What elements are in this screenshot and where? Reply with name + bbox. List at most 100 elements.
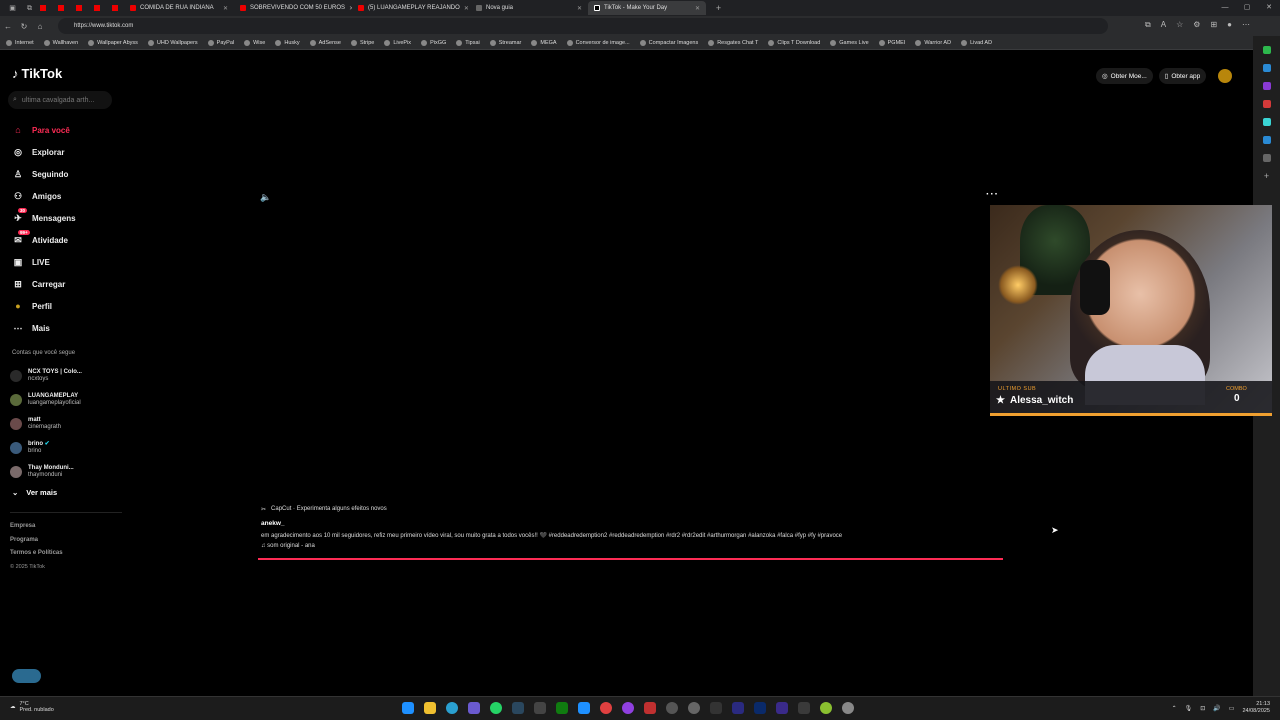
- settings-icon[interactable]: [842, 702, 854, 714]
- back-icon[interactable]: ←: [0, 22, 16, 31]
- app-icon[interactable]: [600, 702, 612, 714]
- browser-tab[interactable]: (5) LUANGAMEPLAY REAJANDO ✕: [352, 1, 470, 15]
- collections-icon[interactable]: ⊞: [1210, 20, 1217, 30]
- bookmark-item[interactable]: Conversor de image...: [566, 39, 630, 46]
- pinned-tab[interactable]: [70, 1, 88, 15]
- read-aloud-icon[interactable]: A: [1161, 20, 1166, 30]
- chevron-up-icon[interactable]: ⌃: [1172, 705, 1177, 712]
- following-item[interactable]: matt cinemagrath: [10, 412, 120, 436]
- browser-tab[interactable]: COMIDA DE RUA INDIANA ✕: [124, 1, 234, 15]
- sidebar-item-explorar[interactable]: ◎ Explorar: [12, 141, 122, 163]
- mic-icon[interactable]: 🎙: [1185, 705, 1193, 712]
- video-more-options-icon[interactable]: ···: [986, 189, 999, 200]
- bookmark-item[interactable]: Wise: [244, 39, 265, 46]
- close-window-icon[interactable]: ✕: [1258, 0, 1280, 16]
- start-icon[interactable]: [402, 702, 414, 714]
- app-icon[interactable]: [1262, 136, 1271, 144]
- video-author[interactable]: anekw_: [261, 520, 285, 527]
- bookmark-item[interactable]: MEGA: [531, 39, 557, 46]
- bookmark-item[interactable]: PGMEI: [878, 39, 905, 46]
- bookmark-item[interactable]: LivePix: [384, 39, 411, 46]
- bookmark-item[interactable]: Tipsai: [456, 39, 480, 46]
- following-item[interactable]: NCX TOYS | Colo... ncxtoys: [10, 364, 120, 388]
- sidebar-item-seguindo[interactable]: ♙ Seguindo: [12, 163, 122, 185]
- video-progress-bar[interactable]: [258, 558, 1003, 560]
- app-icon[interactable]: [622, 702, 634, 714]
- bookmark-item[interactable]: Resgates Chat T: [708, 39, 758, 46]
- app-icon[interactable]: [1262, 64, 1271, 72]
- app-icon[interactable]: [798, 702, 810, 714]
- add-icon[interactable]: +: [1263, 172, 1271, 181]
- bookmark-item[interactable]: UHD Wallpapers: [147, 39, 198, 46]
- following-item[interactable]: brino ✔ brino: [10, 436, 120, 460]
- bookmark-item[interactable]: Stripe: [350, 39, 374, 46]
- app-icon[interactable]: [1262, 100, 1271, 108]
- favorite-star-icon[interactable]: ☆: [1176, 20, 1183, 30]
- bookmark-item[interactable]: Clips T Download: [768, 39, 820, 46]
- app-icon[interactable]: [820, 702, 832, 714]
- get-coins-button[interactable]: ◎ Obter Moe...: [1096, 68, 1153, 84]
- extensions-icon[interactable]: ⚙: [1193, 20, 1200, 30]
- minimize-icon[interactable]: —: [1214, 0, 1236, 16]
- app-icon[interactable]: [578, 702, 590, 714]
- clock[interactable]: 21:13 24/08/2025: [1242, 701, 1270, 715]
- profile-avatar-icon[interactable]: ●: [1227, 20, 1232, 30]
- sidebar-item-mais[interactable]: ⋯ Mais: [12, 317, 122, 339]
- speaker-icon[interactable]: 🔊: [1213, 705, 1220, 712]
- app-icon[interactable]: [1262, 82, 1271, 90]
- sidebar-item-perfil[interactable]: ● Perfil: [12, 295, 122, 317]
- sidebar-item-carregar[interactable]: ⊞ Carregar: [12, 273, 122, 295]
- premiere-icon[interactable]: [732, 702, 744, 714]
- weather-widget[interactable]: ☁ 7°C Pred. nublado: [10, 701, 54, 713]
- sidebar-item-atividade[interactable]: ✉ 99+ Atividade: [12, 229, 122, 251]
- menu-dots-icon[interactable]: ⋯: [1242, 20, 1250, 30]
- tiktok-logo[interactable]: ♪ TikTok: [12, 66, 62, 81]
- bookmark-item[interactable]: Wallhaven: [43, 39, 78, 46]
- bookmark-item[interactable]: Livad AD: [961, 39, 992, 46]
- pinned-tab[interactable]: [52, 1, 70, 15]
- bookmark-item[interactable]: AdSense: [309, 39, 341, 46]
- workspaces-icon[interactable]: ⧉: [25, 4, 34, 13]
- pinned-tab[interactable]: [34, 1, 52, 15]
- new-tab-button[interactable]: +: [714, 3, 723, 13]
- url-field[interactable]: https://www.tiktok.com: [58, 18, 1108, 34]
- split-view-icon[interactable]: ⧉: [1145, 20, 1151, 30]
- tab-actions-icon[interactable]: ▣: [8, 4, 17, 13]
- search-input[interactable]: ⌕ ultima cavalgada arth...: [8, 91, 112, 109]
- network-icon[interactable]: ⊡: [1200, 705, 1205, 712]
- bookmark-item[interactable]: Husky: [275, 39, 300, 46]
- reload-icon[interactable]: ↻: [16, 22, 32, 31]
- sidebar-item-mensagens[interactable]: ✈ 30 Mensagens: [12, 207, 122, 229]
- pinned-tab[interactable]: [106, 1, 124, 15]
- assistant-widget[interactable]: [12, 669, 41, 683]
- footer-link-programa[interactable]: Programa: [10, 534, 63, 548]
- footer-link-termos[interactable]: Termos e Políticas: [10, 547, 63, 561]
- app-icon[interactable]: [710, 702, 722, 714]
- bookmark-item[interactable]: Streamar: [489, 39, 521, 46]
- get-app-button[interactable]: ▯ Obter app: [1158, 68, 1207, 84]
- user-avatar[interactable]: [1218, 69, 1233, 83]
- app-icon[interactable]: [1262, 154, 1271, 162]
- sidebar-item-para-voce[interactable]: ⌂ Para você: [12, 119, 122, 141]
- app-icon[interactable]: [1262, 118, 1271, 126]
- whatsapp-icon[interactable]: [490, 702, 502, 714]
- xbox-icon[interactable]: [556, 702, 568, 714]
- sidebar-item-amigos[interactable]: ⚇ Amigos: [12, 185, 122, 207]
- close-icon[interactable]: ✕: [577, 5, 582, 12]
- home-browser-icon[interactable]: ⌂: [32, 22, 48, 31]
- bookmark-item[interactable]: Wallpaper Abyss: [88, 39, 138, 46]
- volume-icon[interactable]: 🔈: [260, 192, 271, 203]
- bookmark-item[interactable]: Internet: [6, 39, 34, 46]
- bookmark-item[interactable]: PayPal: [207, 39, 234, 46]
- see-more-button[interactable]: ⌄ Ver mais: [12, 488, 57, 497]
- pinned-tab[interactable]: [88, 1, 106, 15]
- following-item[interactable]: LUANGAMEPLAY luangameplayoficial: [10, 388, 120, 412]
- bookmark-item[interactable]: PixGG: [421, 39, 446, 46]
- file-explorer-icon[interactable]: [424, 702, 436, 714]
- app-icon[interactable]: [688, 702, 700, 714]
- bookmark-item[interactable]: Warrior AD: [915, 39, 951, 46]
- browser-tab[interactable]: SOBREVIVENDO COM 50 EUROS ✕: [234, 1, 352, 15]
- bookmark-item[interactable]: Games Live: [830, 39, 869, 46]
- media-encoder-icon[interactable]: [776, 702, 788, 714]
- edge-icon[interactable]: [446, 702, 458, 714]
